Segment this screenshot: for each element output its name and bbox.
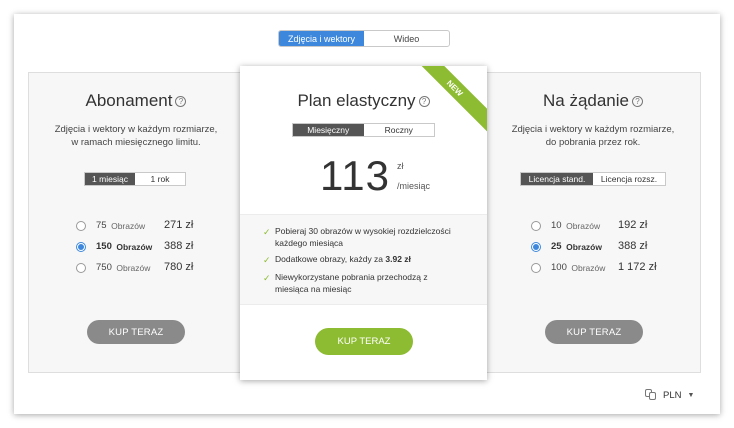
ondemand-card: Na żądanie? Zdjęcia i wektory w każdym r… xyxy=(485,72,701,373)
subscription-option-750[interactable]: 750 Obrazów xyxy=(76,262,150,273)
period-monthly[interactable]: Miesięczny xyxy=(293,124,364,136)
feature-item: ✓ Dodatkowe obrazy, każdy za 3.92 zł xyxy=(263,254,411,265)
feature-item: ✓ Pobieraj 30 obrazów w wysokiej rozdzie… xyxy=(263,226,451,248)
currency-selector[interactable]: PLN ▼ xyxy=(645,389,694,401)
flexible-title: Plan elastyczny? xyxy=(240,91,487,111)
media-type-toggle: Zdjęcia i wektory Wideo xyxy=(278,30,450,47)
tab-video[interactable]: Wideo xyxy=(364,31,449,46)
ondemand-buy-button[interactable]: KUP TERAZ xyxy=(545,320,643,344)
option-price: 388 zł xyxy=(164,240,194,252)
radio-button-selected[interactable] xyxy=(76,241,86,252)
ondemand-option-10[interactable]: 10 Obrazów xyxy=(531,220,600,231)
feature-list: ✓ Pobieraj 30 obrazów w wysokiej rozdzie… xyxy=(240,214,487,305)
feature-item: ✓ Niewykorzystane pobrania przechodzą zm… xyxy=(263,272,428,294)
help-icon[interactable]: ? xyxy=(418,96,430,107)
subscription-option-150[interactable]: 150 Obrazów xyxy=(76,241,152,252)
option-price: 271 zł xyxy=(164,219,194,231)
license-type-toggle: Licencja stand. Licencja rozsz. xyxy=(520,172,666,186)
subscription-option-75[interactable]: 75 Obrazów xyxy=(76,220,145,231)
ondemand-option-25[interactable]: 25 Obrazów xyxy=(531,241,602,252)
option-price: 780 zł xyxy=(164,261,194,273)
plan-price: 113 xyxy=(320,152,390,199)
ondemand-description: Zdjęcia i wektory w każdym rozmiarze, do… xyxy=(511,124,675,148)
currency-icon xyxy=(645,389,657,401)
license-extended[interactable]: Licencja rozsz. xyxy=(593,173,665,185)
radio-button-selected[interactable] xyxy=(531,241,541,252)
flexible-plan-card: NEW Plan elastyczny? Miesięczny Roczny 1… xyxy=(240,66,487,380)
check-icon: ✓ xyxy=(263,273,271,283)
subscription-period-toggle: 1 miesiąc 1 rok xyxy=(84,172,186,186)
chevron-down-icon: ▼ xyxy=(687,391,695,399)
radio-button[interactable] xyxy=(531,262,541,273)
currency-code: PLN xyxy=(663,389,682,401)
check-icon: ✓ xyxy=(263,255,271,265)
tab-images-vectors[interactable]: Zdjęcia i wektory xyxy=(279,31,364,46)
option-price: 388 zł xyxy=(618,240,648,252)
ondemand-option-100[interactable]: 100 Obrazów xyxy=(531,262,605,273)
license-standard[interactable]: Licencja stand. xyxy=(521,173,593,185)
flexible-period-toggle: Miesięczny Roczny xyxy=(292,123,435,137)
radio-button[interactable] xyxy=(76,220,86,231)
radio-button[interactable] xyxy=(531,220,541,231)
ondemand-title: Na żądanie? xyxy=(486,91,700,111)
flexible-buy-button[interactable]: KUP TERAZ xyxy=(315,328,413,355)
help-icon[interactable]: ? xyxy=(175,96,187,107)
period-yearly[interactable]: Roczny xyxy=(364,124,435,136)
price-currency: zł xyxy=(397,161,404,171)
period-1-year[interactable]: 1 rok xyxy=(135,173,185,185)
radio-button[interactable] xyxy=(76,262,86,273)
subscription-title: Abonament? xyxy=(29,91,243,111)
check-icon: ✓ xyxy=(263,227,271,237)
help-icon[interactable]: ? xyxy=(632,96,643,107)
subscription-description: Zdjęcia i wektory w każdym rozmiarze, w … xyxy=(54,124,218,148)
option-price: 1 172 zł xyxy=(618,261,657,273)
subscription-card: Abonament? Zdjęcia i wektory w każdym ro… xyxy=(28,72,244,373)
period-1-month[interactable]: 1 miesiąc xyxy=(85,173,135,185)
subscription-buy-button[interactable]: KUP TERAZ xyxy=(87,320,185,344)
price-period: /miesiąc xyxy=(397,181,431,191)
option-price: 192 zł xyxy=(618,219,648,231)
